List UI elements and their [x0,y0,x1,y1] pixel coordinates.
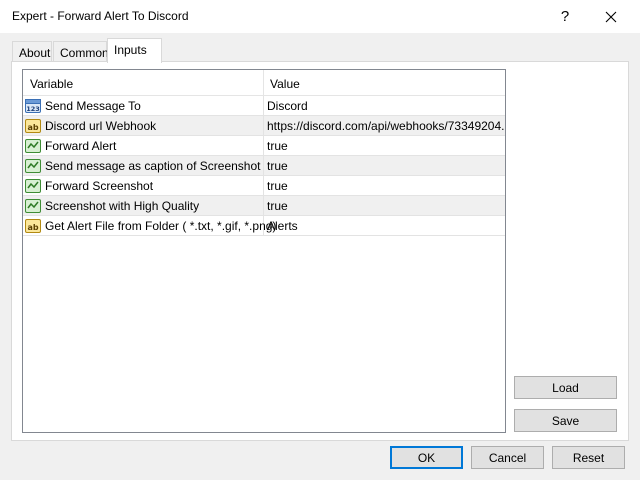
variable-label: Send message as caption of Screenshot [45,159,261,173]
window-title: Expert - Forward Alert To Discord [12,9,189,23]
column-header-value[interactable]: Value [264,70,505,96]
number-icon: 123 [25,99,41,113]
tab-inputs[interactable]: Inputs [107,38,162,63]
column-header-variable[interactable]: Variable [23,70,264,96]
value-cell[interactable]: Discord [264,96,505,115]
variable-label: Forward Alert [45,139,117,153]
boolean-icon [25,199,41,213]
value-cell[interactable]: https://discord.com/api/webhooks/7334920… [264,116,505,135]
close-button[interactable] [588,0,634,33]
text-icon: ab [25,119,41,133]
value-cell[interactable]: Alerts [264,216,505,235]
value-cell[interactable]: true [264,196,505,215]
ok-button[interactable]: OK [390,446,463,469]
svg-text:123: 123 [26,105,40,113]
table-row[interactable]: Screenshot with High Quality true [23,196,505,216]
help-button[interactable]: ? [542,0,588,33]
cancel-button[interactable]: Cancel [471,446,544,469]
variable-cell[interactable]: 123 Send Message To [23,96,264,115]
svg-text:ab: ab [27,123,38,132]
variable-label: Discord url Webhook [45,119,157,133]
expert-dialog: Expert - Forward Alert To Discord ? Abou… [0,0,640,480]
table-row[interactable]: Send message as caption of Screenshot tr… [23,156,505,176]
load-button[interactable]: Load [514,376,617,399]
variable-cell[interactable]: Forward Alert [23,136,264,155]
grid-header: Variable Value [23,70,505,96]
value-cell[interactable]: true [264,176,505,195]
table-row[interactable]: Forward Screenshot true [23,176,505,196]
table-row[interactable]: Forward Alert true [23,136,505,156]
variable-cell[interactable]: Screenshot with High Quality [23,196,264,215]
tab-common[interactable]: Common [53,41,109,62]
close-icon [605,11,617,22]
variable-label: Forward Screenshot [45,179,154,193]
boolean-icon [25,159,41,173]
variable-label: Get Alert File from Folder ( *.txt, *.gi… [45,219,277,233]
svg-text:ab: ab [27,223,38,232]
text-icon: ab [25,219,41,233]
value-cell[interactable]: true [264,136,505,155]
table-row[interactable]: 123 Send Message To Discord [23,96,505,116]
variable-cell[interactable]: Forward Screenshot [23,176,264,195]
value-cell[interactable]: true [264,156,505,175]
boolean-icon [25,139,41,153]
tab-about[interactable]: About [12,41,52,62]
variable-cell[interactable]: Send message as caption of Screenshot [23,156,264,175]
table-row[interactable]: ab Get Alert File from Folder ( *.txt, *… [23,216,505,236]
variable-cell[interactable]: ab Get Alert File from Folder ( *.txt, *… [23,216,276,235]
title-bar: Expert - Forward Alert To Discord ? [0,0,640,33]
save-button[interactable]: Save [514,409,617,432]
table-row[interactable]: ab Discord url Webhook https://discord.c… [23,116,505,136]
variable-label: Screenshot with High Quality [45,199,200,213]
variable-cell[interactable]: ab Discord url Webhook [23,116,264,135]
boolean-icon [25,179,41,193]
reset-button[interactable]: Reset [552,446,625,469]
variable-label: Send Message To [45,99,141,113]
grid-rows: 123 Send Message To Discord ab Discord u… [23,96,505,236]
inputs-grid: Variable Value 123 Send Message To Disco… [22,69,506,433]
